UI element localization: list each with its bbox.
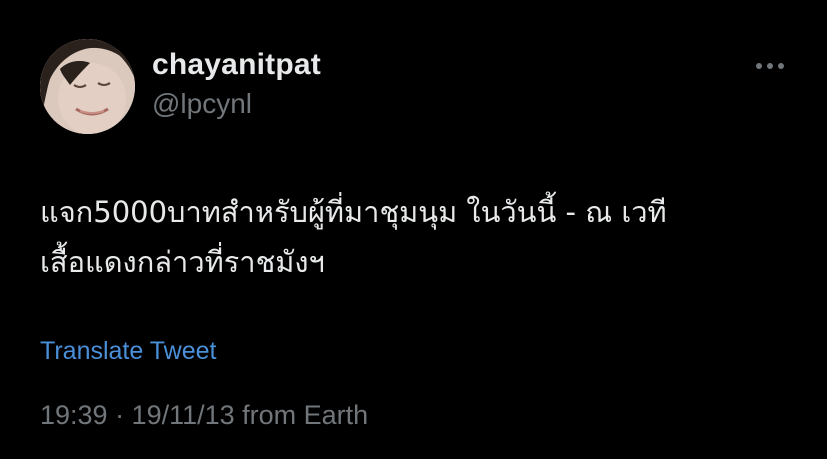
tweet-text-line: เสื้อแดงกล่าวที่ราชมังฯ xyxy=(40,245,325,279)
tweet-timestamp[interactable]: 19:39 · 19/11/13 from Earth xyxy=(40,400,368,431)
more-horizontal-icon xyxy=(756,63,784,69)
tweet-text: แจก5000บาทสำหรับผู้ที่มาชุมนุม ในวันนี้ … xyxy=(40,187,800,287)
user-avatar[interactable] xyxy=(40,39,135,134)
translate-tweet-link[interactable]: Translate Tweet xyxy=(40,337,216,366)
author-display-name[interactable]: chayanitpat xyxy=(152,48,321,82)
tweet-card: chayanitpat @lpcynl แจก5000บาทสำหรับผู้ท… xyxy=(0,0,827,459)
avatar-photo-icon xyxy=(40,39,135,134)
author-handle[interactable]: @lpcynl xyxy=(152,88,252,120)
tweet-text-line: แจก5000บาทสำหรับผู้ที่มาชุมนุม ในวันนี้ … xyxy=(40,195,667,229)
more-options-button[interactable] xyxy=(752,54,788,78)
